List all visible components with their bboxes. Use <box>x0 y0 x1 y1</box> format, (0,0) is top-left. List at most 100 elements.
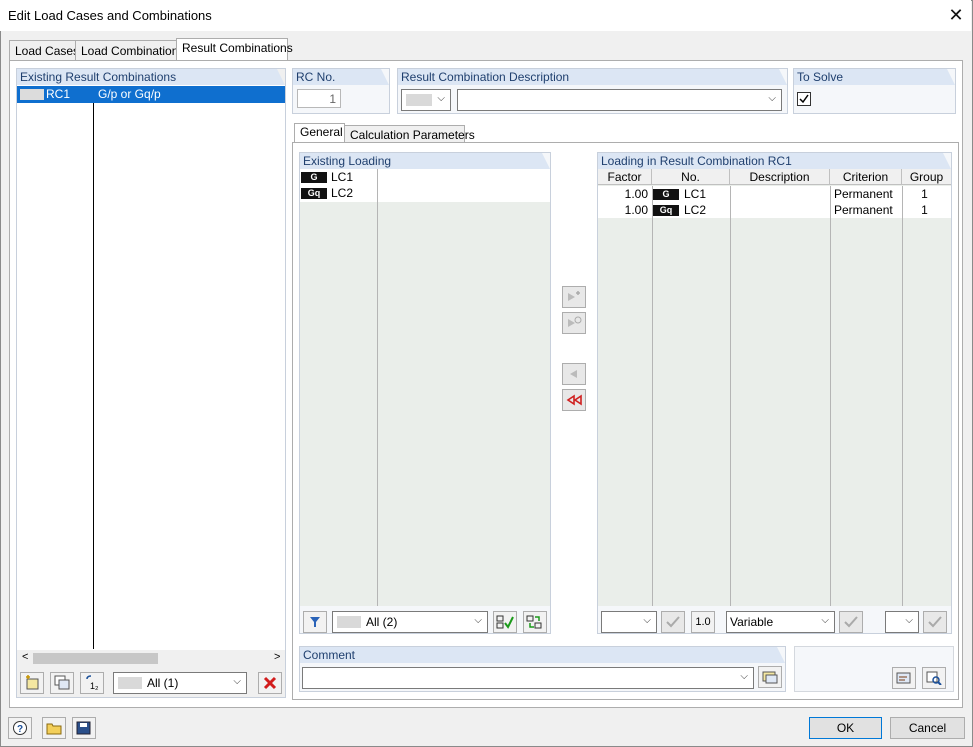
factor-one-button[interactable]: 1.0 <box>691 611 715 633</box>
factor-select[interactable]: ⌵ <box>601 611 657 633</box>
description-combo[interactable]: ⌵ <box>457 89 782 111</box>
column-header-factor: Factor <box>598 169 652 185</box>
loading-filter-select[interactable]: All (2) ⌵ <box>332 611 488 633</box>
column-header-group: Group <box>909 170 944 184</box>
criterion-select[interactable]: Variable ⌵ <box>726 611 835 633</box>
load-case-name: LC2 <box>331 186 354 200</box>
add-button[interactable] <box>562 286 586 308</box>
checkmark-icon <box>799 94 809 104</box>
description-color-select[interactable]: ⌵ <box>401 89 451 111</box>
open-button[interactable] <box>42 717 66 739</box>
group-select[interactable]: ⌵ <box>885 611 919 633</box>
column-header-criterion: Criterion <box>830 169 902 185</box>
renumber-button[interactable]: 1₂ <box>80 672 104 694</box>
save-button[interactable] <box>72 717 96 739</box>
apply-group-button[interactable] <box>923 611 947 633</box>
existing-rc-header: Existing Result Combinations <box>17 69 285 85</box>
description-panel: Result Combination Description ⌵ ⌵ <box>397 68 788 114</box>
tab-calculation-parameters[interactable]: Calculation Parameters <box>344 125 475 143</box>
existing-loading-header: Existing Loading <box>300 153 550 169</box>
filter-button[interactable] <box>303 611 327 633</box>
load-case-cell: LC1 <box>684 187 707 201</box>
chevron-down-icon: ⌵ <box>643 615 651 626</box>
tab-result-combinations[interactable]: Result Combinations <box>176 38 293 61</box>
select-all-icon <box>496 615 514 629</box>
chevron-down-icon: ⌵ <box>740 671 748 682</box>
existing-rc-list[interactable]: RC1 G/p or Gq/p <box>17 85 285 650</box>
cancel-button[interactable]: Cancel <box>890 717 965 739</box>
copy-rc-button[interactable] <box>50 672 74 694</box>
renumber-icon: 1₂ <box>86 675 99 691</box>
chevron-down-icon: ⌵ <box>474 615 482 626</box>
column-divider <box>93 103 94 649</box>
load-type-badge: Gq <box>653 205 679 216</box>
title-bar: Edit Load Cases and Combinations ✕ <box>0 0 971 31</box>
tab-general[interactable]: General <box>294 123 345 143</box>
factor-cell: 1.00 <box>624 203 648 217</box>
chevron-down-icon: ⌵ <box>905 615 913 626</box>
table-row[interactable]: 1.00 Gq LC2 Permanent 1 <box>598 202 951 218</box>
to-solve-label: To Solve <box>794 69 955 85</box>
horizontal-scrollbar[interactable]: < > <box>19 651 285 666</box>
tab-load-combinations[interactable]: Load Combinations <box>75 40 184 60</box>
window-title: Edit Load Cases and Combinations <box>8 8 212 23</box>
list-item[interactable]: RC1 G/p or Gq/p <box>17 86 285 103</box>
generate-icon <box>896 672 911 684</box>
ok-button[interactable]: OK <box>809 717 882 739</box>
add-arrow-icon <box>568 291 580 301</box>
existing-loading-list[interactable]: G LC1 Gq LC2 <box>300 169 550 606</box>
close-icon[interactable]: ✕ <box>943 4 969 26</box>
criterion-value: Variable <box>730 615 774 629</box>
loading-rc-panel: Loading in Result Combination RC1 Factor… <box>597 152 952 634</box>
loading-filter-value: All (2) <box>366 615 398 629</box>
scroll-left-icon[interactable]: < <box>22 651 28 663</box>
apply-criterion-button[interactable] <box>839 611 863 633</box>
new-rc-button[interactable] <box>20 672 44 694</box>
factor-cell: 1.00 <box>624 187 648 201</box>
rc-filter-select[interactable]: All (1) ⌵ <box>113 672 247 694</box>
invert-selection-button[interactable] <box>523 611 547 633</box>
delete-rc-button[interactable] <box>258 672 282 694</box>
add-with-factor-button[interactable] <box>562 312 586 334</box>
column-divider <box>730 186 731 606</box>
table-row[interactable]: 1.00 G LC1 Permanent 1 <box>598 186 951 202</box>
color-swatch <box>20 89 44 100</box>
column-divider <box>902 186 903 606</box>
generate-button[interactable] <box>892 667 916 689</box>
save-icon <box>76 721 91 735</box>
group-cell: 1 <box>921 187 928 201</box>
apply-factor-button[interactable] <box>661 611 685 633</box>
color-swatch <box>406 94 432 106</box>
remove-button[interactable] <box>562 363 586 385</box>
table-header: Factor No. Description Criterion Group <box>598 169 951 185</box>
to-solve-checkbox[interactable] <box>797 92 811 106</box>
tab-load-cases[interactable]: Load Cases <box>9 40 79 60</box>
color-swatch <box>118 677 142 689</box>
rc-filter-value: All (1) <box>147 676 179 690</box>
preview-button[interactable] <box>922 667 946 689</box>
criterion-cell: Permanent <box>834 187 893 201</box>
help-button[interactable]: ? <box>8 717 32 739</box>
rc-no-panel: RC No. 1 <box>292 68 390 114</box>
list-item[interactable]: G LC1 <box>300 169 550 185</box>
new-icon <box>26 675 39 690</box>
comment-library-button[interactable] <box>758 666 782 688</box>
rc-no-field[interactable]: 1 <box>297 89 341 108</box>
loading-rc-table[interactable]: Factor No. Description Criterion Group 1… <box>598 169 951 606</box>
load-case-cell: LC2 <box>684 203 707 217</box>
list-item[interactable]: Gq LC2 <box>300 185 550 201</box>
select-all-button[interactable] <box>493 611 517 633</box>
column-divider <box>830 186 831 606</box>
chevron-down-icon: ⌵ <box>233 676 241 687</box>
load-case-name: LC1 <box>331 170 354 184</box>
chevron-down-icon: ⌵ <box>768 93 776 104</box>
column-divider <box>652 186 653 606</box>
scroll-right-icon[interactable]: > <box>274 651 280 663</box>
comment-combo[interactable]: ⌵ <box>302 667 754 689</box>
scrollbar-thumb[interactable] <box>33 653 158 664</box>
remove-all-button[interactable] <box>562 389 586 411</box>
svg-text:?: ? <box>17 724 23 735</box>
rc-number: RC1 <box>46 87 71 101</box>
comment-label: Comment <box>300 647 785 663</box>
comment-panel: Comment ⌵ <box>299 646 786 692</box>
